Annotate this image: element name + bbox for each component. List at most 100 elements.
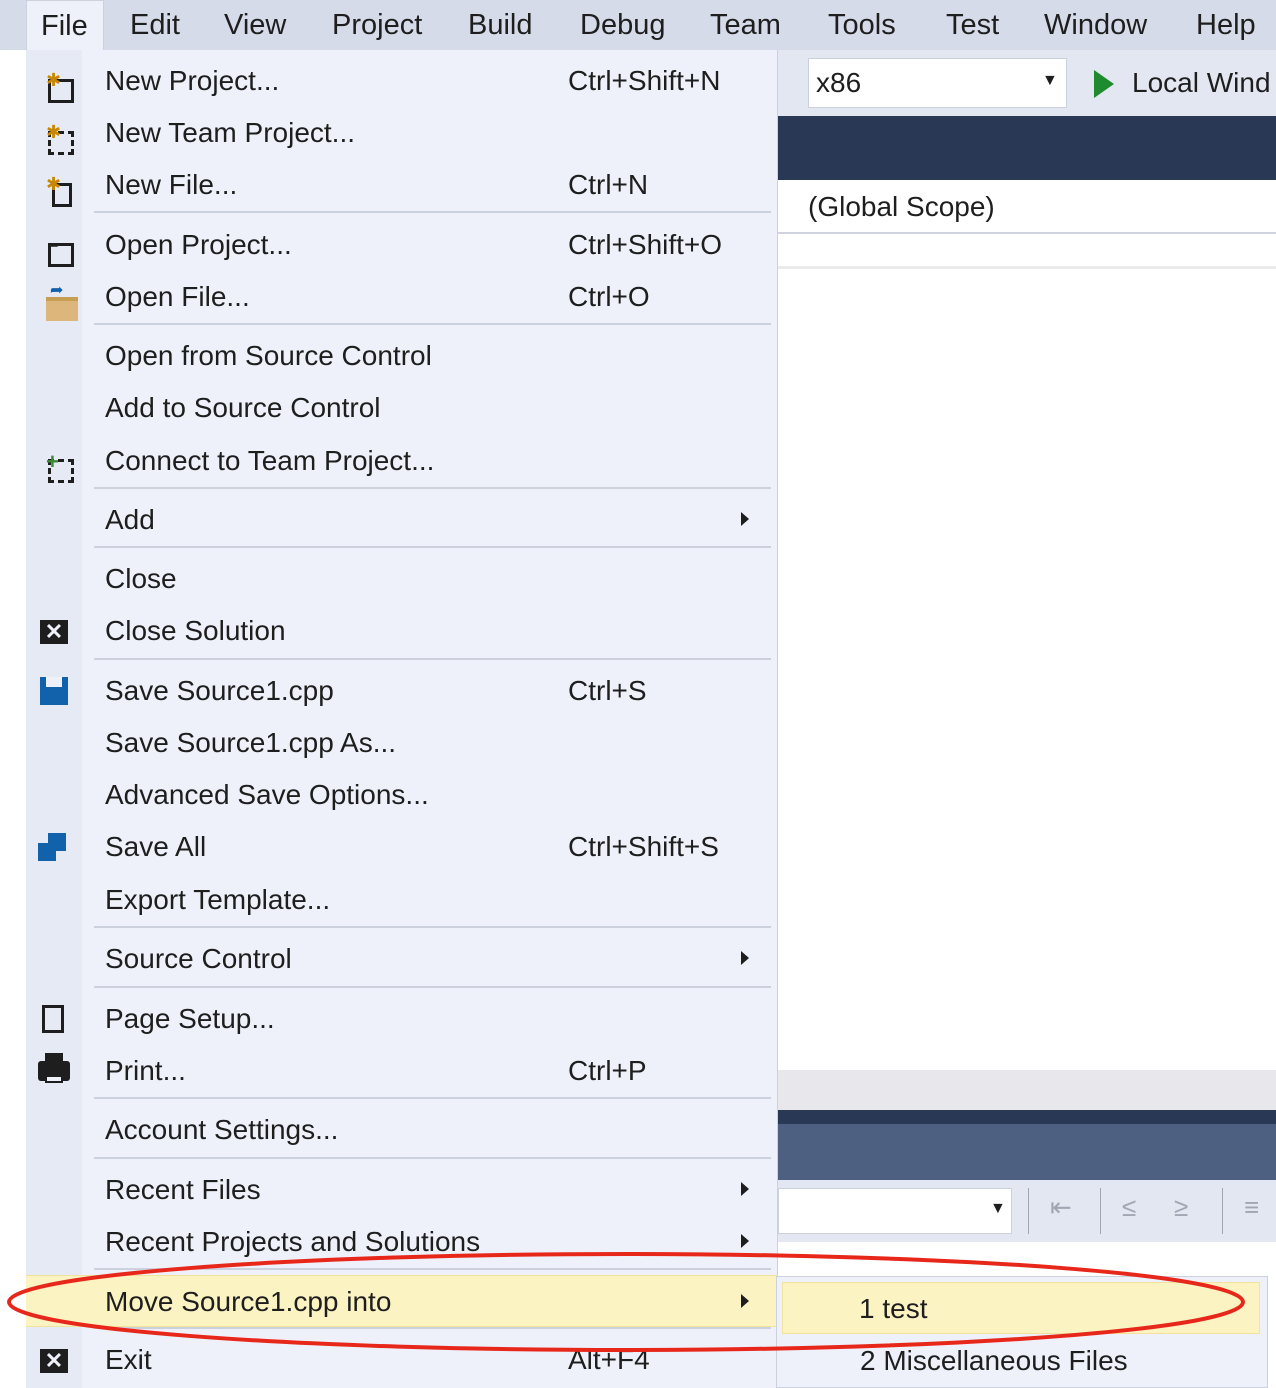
menu-item-add[interactable]: Add: [26, 494, 778, 546]
page-setup-icon: [42, 1005, 64, 1033]
submenu-arrow-icon: [741, 1234, 749, 1248]
menu-separator: [94, 487, 771, 489]
menu-build[interactable]: Build: [468, 0, 533, 50]
run-debugger-button[interactable]: Local Wind: [1132, 60, 1271, 106]
code-editor[interactable]: [778, 234, 1276, 1070]
menu-window[interactable]: Window: [1044, 0, 1147, 50]
menu-item-open-from-source-control[interactable]: Open from Source Control: [26, 330, 778, 382]
menu-item-print[interactable]: Print... Ctrl+P: [26, 1045, 778, 1097]
go-to-message-icon[interactable]: ⇤: [1050, 1192, 1072, 1223]
menu-separator: [94, 323, 771, 325]
menu-bar: File Edit View Project Build Debug Team …: [0, 0, 1276, 50]
menu-separator: [94, 1157, 771, 1159]
menu-item-save-all[interactable]: Save All Ctrl+Shift+S: [26, 821, 778, 873]
scope-dropdown[interactable]: (Global Scope): [808, 184, 995, 230]
submenu-item-miscellaneous-files[interactable]: 2 Miscellaneous Files: [778, 1335, 1266, 1387]
menu-separator: [94, 1097, 771, 1099]
menu-item-label: Move Source1.cpp into: [105, 1286, 392, 1317]
menu-item-shortcut: Alt+F4: [568, 1344, 650, 1375]
menu-debug[interactable]: Debug: [580, 0, 665, 50]
menu-item-open-file[interactable]: ➦ Open File... Ctrl+O: [26, 271, 778, 323]
play-icon[interactable]: [1094, 70, 1114, 98]
menu-separator: [94, 658, 771, 660]
menu-item-label: Recent Files: [105, 1174, 261, 1205]
menu-item-new-file[interactable]: ✱ New File... Ctrl+N: [26, 159, 778, 211]
output-source-dropdown[interactable]: [778, 1188, 1012, 1234]
submenu-item-label: 2 Miscellaneous Files: [860, 1345, 1128, 1376]
menu-item-shortcut: Ctrl+O: [568, 281, 650, 312]
toolbar-separator: [1028, 1188, 1029, 1234]
open-project-icon: ⌐: [34, 229, 74, 267]
menu-item-save-as[interactable]: Save Source1.cpp As...: [26, 717, 778, 769]
menu-item-add-to-source-control[interactable]: Add to Source Control: [26, 382, 778, 434]
submenu-arrow-icon: [741, 1294, 749, 1308]
menu-item-label: Save Source1.cpp As...: [105, 727, 397, 758]
close-solution-icon: ✕: [40, 620, 68, 644]
exit-icon: ✕: [40, 1349, 68, 1373]
print-icon: [38, 1053, 70, 1083]
submenu-arrow-icon: [741, 512, 749, 526]
menu-item-label: New Team Project...: [105, 117, 356, 148]
menu-item-advanced-save-options[interactable]: Advanced Save Options...: [26, 769, 778, 821]
menu-item-page-setup[interactable]: Page Setup...: [26, 993, 778, 1045]
menu-item-shortcut: Ctrl+Shift+O: [568, 229, 723, 260]
menu-item-save[interactable]: Save Source1.cpp Ctrl+S: [26, 665, 778, 717]
submenu-item-test[interactable]: 1 test: [782, 1282, 1260, 1334]
new-file-icon: ✱: [34, 169, 74, 207]
menu-item-label: New Project...: [105, 65, 280, 96]
menu-item-label: Add: [105, 504, 155, 535]
editor-line-divider: [778, 266, 1276, 269]
menu-item-close-solution[interactable]: ✕ Close Solution: [26, 605, 778, 657]
save-icon: [40, 677, 68, 705]
menu-file[interactable]: File: [26, 0, 104, 50]
menu-item-close[interactable]: Close: [26, 553, 778, 605]
menu-item-label: Close: [105, 563, 177, 594]
new-project-icon: ✱: [34, 65, 74, 103]
dropdown-arrow-icon[interactable]: ▼: [990, 1200, 1006, 1218]
menu-item-new-team-project[interactable]: ✱ New Team Project...: [26, 107, 778, 159]
menu-help[interactable]: Help: [1196, 0, 1256, 50]
menu-item-label: Page Setup...: [105, 1003, 275, 1034]
next-message-icon[interactable]: ≥: [1174, 1192, 1188, 1223]
menu-team[interactable]: Team: [710, 0, 781, 50]
menu-project[interactable]: Project: [332, 0, 422, 50]
menu-item-recent-projects[interactable]: Recent Projects and Solutions: [26, 1216, 778, 1268]
menu-separator: [94, 986, 771, 988]
menu-item-export-template[interactable]: Export Template...: [26, 874, 778, 926]
menu-item-label: Open from Source Control: [105, 340, 432, 371]
menu-item-source-control[interactable]: Source Control: [26, 933, 778, 985]
menu-item-label: Advanced Save Options...: [105, 779, 429, 810]
toolbar-separator: [1222, 1188, 1223, 1234]
menu-item-label: Exit: [105, 1344, 152, 1375]
menu-separator: [94, 211, 771, 213]
menu-item-label: Open Project...: [105, 229, 292, 260]
submenu-arrow-icon: [741, 1182, 749, 1196]
clear-all-icon[interactable]: ≡: [1244, 1192, 1259, 1223]
menu-item-label: Save All: [105, 831, 207, 862]
menu-item-label: Connect to Team Project...: [105, 445, 435, 476]
menu-item-open-project[interactable]: ⌐ Open Project... Ctrl+Shift+O: [26, 219, 778, 271]
platform-value: x86: [816, 67, 862, 98]
menu-tools[interactable]: Tools: [828, 0, 896, 50]
menu-item-connect-to-team-project[interactable]: + Connect to Team Project...: [26, 435, 778, 487]
menu-edit[interactable]: Edit: [130, 0, 180, 50]
menu-item-label: Close Solution: [105, 615, 286, 646]
menu-item-label: Save Source1.cpp: [105, 675, 334, 706]
menu-view[interactable]: View: [224, 0, 286, 50]
submenu-arrow-icon: [741, 951, 749, 965]
menu-item-recent-files[interactable]: Recent Files: [26, 1164, 778, 1216]
menu-item-exit[interactable]: ✕ Exit Alt+F4: [26, 1334, 778, 1386]
dropdown-arrow-icon[interactable]: ▼: [1042, 72, 1058, 90]
previous-message-icon[interactable]: ≤: [1122, 1192, 1136, 1223]
open-file-icon: ➦: [34, 281, 78, 321]
menu-item-new-project[interactable]: ✱ New Project... Ctrl+Shift+N: [26, 55, 778, 107]
submenu-item-label: 1 test: [859, 1293, 928, 1324]
menu-item-move-into[interactable]: Move Source1.cpp into: [26, 1275, 778, 1327]
menu-item-account-settings[interactable]: Account Settings...: [26, 1104, 778, 1156]
new-team-project-icon: ✱: [34, 117, 74, 155]
menu-test[interactable]: Test: [946, 0, 999, 50]
connect-team-project-icon: +: [34, 445, 74, 483]
save-all-icon: [38, 833, 68, 863]
menu-separator: [94, 1268, 771, 1270]
horizontal-scrollbar[interactable]: [778, 1070, 1276, 1110]
